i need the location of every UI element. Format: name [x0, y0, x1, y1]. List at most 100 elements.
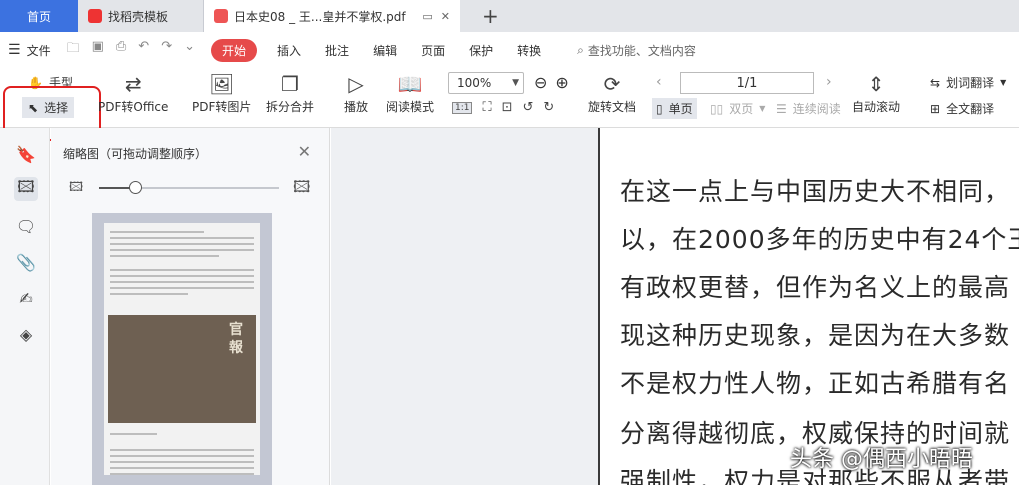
next-page-icon[interactable]: ›: [826, 74, 832, 90]
open-folder-icon[interactable]: 🗀: [67, 39, 80, 61]
large-image-icon: 🖾: [293, 177, 311, 196]
zoom-out-icon[interactable]: ⊖: [534, 73, 547, 92]
rotate-right-icon[interactable]: ↻: [543, 100, 554, 115]
chevron-down-icon: ▼: [1000, 78, 1007, 87]
tab-template[interactable]: 找稻壳模板: [78, 0, 204, 32]
play-icon: ▷: [348, 72, 364, 96]
auto-scroll-label: 自动滚动: [852, 100, 901, 114]
auto-scroll-button[interactable]: ⇕ 自动滚动: [852, 72, 900, 115]
tab-page[interactable]: 页面: [421, 42, 445, 59]
newspaper-masthead: 官報: [229, 322, 243, 356]
close-icon[interactable]: ✕: [298, 142, 311, 161]
redo-icon[interactable]: ↷: [161, 39, 172, 61]
tab-start[interactable]: 开始: [211, 38, 258, 62]
save-icon[interactable]: ▣: [92, 39, 104, 61]
close-tab-icon[interactable]: ✕: [441, 10, 450, 23]
fit-page-icon[interactable]: ⛶: [482, 100, 491, 115]
single-page-label: 单页: [668, 102, 693, 116]
double-page-button[interactable]: ▯▯ 双页 ▼: [710, 100, 765, 117]
single-page-button[interactable]: ▯ 单页: [652, 98, 697, 119]
full-translate-button[interactable]: ⊞ 全文翻译: [930, 100, 994, 117]
pdf-to-image-label: PDF转图片: [192, 100, 252, 114]
search-icon: ⌕: [577, 42, 584, 57]
workspace-background: [331, 128, 599, 485]
split-merge-button[interactable]: ❐ 拆分合并: [266, 72, 314, 115]
signature-icon[interactable]: ✍: [14, 286, 38, 310]
search-box[interactable]: ⌕ 查找功能、文档内容: [577, 42, 696, 59]
thumbnail-page: 官報: [104, 223, 260, 475]
file-menu[interactable]: ☰ 文件: [8, 42, 51, 59]
pdf-to-office-label: PDF转Office: [98, 100, 169, 114]
thumbnail-icon[interactable]: 🖾: [14, 177, 38, 201]
bookmark-icon[interactable]: 🔖: [14, 142, 38, 166]
page-input[interactable]: 1/1: [680, 72, 814, 94]
file-menu-label: 文件: [26, 43, 51, 58]
zoom-in-icon[interactable]: ⊕: [555, 73, 568, 92]
left-rail: 🔖 🖾 🗨 📎 ✍ ◈: [0, 128, 50, 485]
doc-line: 在这一点上与中国历史大不相同，: [620, 177, 1011, 206]
doc-line: 有政权更替，但作为名义上的最高: [620, 273, 1011, 302]
print-icon[interactable]: ⎙: [116, 39, 126, 61]
layers-icon[interactable]: ◈: [14, 322, 38, 346]
double-page-label: 双页: [729, 102, 754, 116]
chevron-down-icon: ▼: [759, 104, 766, 113]
watermark: 头条 @偶西小晤晤: [790, 447, 973, 472]
pdf-icon: [214, 9, 228, 23]
read-mode-label: 阅读模式: [386, 100, 435, 114]
docer-icon: [88, 9, 102, 23]
thumbnail-panel: 缩略图（可拖动调整顺序） ✕ 🖾 🖾 官報: [51, 128, 330, 485]
doc-line: 现这种历史现象，是因为在大多数: [620, 321, 1011, 350]
rotate-left-icon[interactable]: ↺: [523, 100, 534, 115]
zoom-value: 100%: [457, 76, 492, 90]
tab-pdf-label: 日本史08 _ 王...皇并不掌权.pdf: [234, 9, 406, 24]
tab-protect[interactable]: 保护: [469, 42, 493, 59]
slider-knob[interactable]: [129, 181, 142, 194]
rotate-document-button[interactable]: ⟳ 旋转文档: [588, 72, 636, 115]
chevron-down-icon: ▼: [512, 78, 519, 88]
continuous-label: 连续阅读: [792, 102, 841, 116]
word-translate-button[interactable]: ⇆ 划词翻译 ▼: [930, 74, 1006, 91]
new-tab-button[interactable]: +: [470, 4, 511, 28]
continuous-read-button[interactable]: ☰ 连续阅读: [776, 100, 841, 117]
rotate-document-label: 旋转文档: [588, 100, 637, 114]
split-merge-icon: ❐: [281, 72, 299, 96]
read-mode-button[interactable]: 📖 阅读模式: [386, 72, 434, 115]
actual-size-icon[interactable]: 1:1: [452, 101, 473, 114]
attachment-icon[interactable]: 📎: [14, 250, 38, 274]
image-icon: 🖼: [209, 72, 235, 96]
chevron-down-icon[interactable]: ⌄: [184, 39, 195, 61]
play-button[interactable]: ▷ 播放: [344, 72, 368, 115]
undo-icon[interactable]: ↶: [138, 39, 149, 61]
prev-page-icon[interactable]: ‹: [656, 74, 662, 90]
thumbnail-size-slider[interactable]: 🖾 🖾: [69, 177, 323, 196]
split-merge-label: 拆分合并: [266, 100, 315, 114]
small-image-icon: 🖾: [69, 180, 84, 195]
page-thumbnail[interactable]: 官報: [92, 213, 272, 485]
tab-pdf-document[interactable]: 日本史08 _ 王...皇并不掌权.pdf ▭ ✕: [204, 0, 460, 32]
doc-line: 不是权力性人物，正如古希腊有名: [620, 369, 1011, 398]
tab-insert[interactable]: 插入: [277, 42, 301, 59]
single-page-icon: ▯: [656, 101, 663, 116]
tab-home[interactable]: 首页: [0, 0, 78, 32]
tab-home-label: 首页: [26, 9, 51, 24]
comment-icon[interactable]: 🗨: [14, 214, 38, 238]
pdf-to-image-button[interactable]: 🖼 PDF转图片: [192, 72, 251, 115]
newspaper-image: 官報: [108, 315, 256, 423]
double-page-icon: ▯▯: [710, 101, 724, 116]
continuous-icon: ☰: [776, 101, 787, 116]
window-icon[interactable]: ▭: [422, 10, 432, 23]
menu-bar: ☰ 文件 🗀 ▣ ⎙ ↶ ↷ ⌄ 开始 插入 批注 编辑 页面 保护 转换 ⌕ 查找…: [0, 32, 1019, 68]
fit-width-icon[interactable]: ⊡: [502, 100, 513, 115]
zoom-select[interactable]: 100% ▼: [448, 72, 524, 94]
document-translate-icon: ⊞: [930, 101, 941, 116]
tab-edit[interactable]: 编辑: [373, 42, 397, 59]
tab-bar: 首页 找稻壳模板 日本史08 _ 王...皇并不掌权.pdf ▭ ✕ +: [0, 0, 1019, 32]
tab-template-label: 找稻壳模板: [108, 9, 169, 24]
auto-scroll-icon: ⇕: [867, 72, 885, 96]
document-view[interactable]: 在这一点上与中国历史大不相同， 以，在2000多年的历史中有24个王 有政权更替…: [598, 128, 1019, 485]
pdf-to-office-button[interactable]: ⇄ PDF转Office: [98, 72, 168, 115]
translate-icon: ⇆: [930, 75, 941, 90]
tab-convert[interactable]: 转换: [517, 42, 541, 59]
tab-comment[interactable]: 批注: [325, 42, 349, 59]
rotate-document-icon: ⟳: [603, 72, 621, 96]
